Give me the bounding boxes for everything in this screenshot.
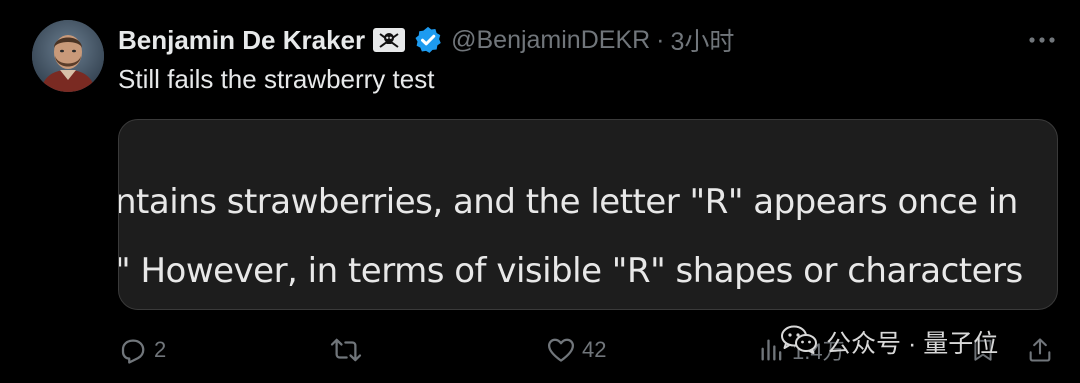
reply-button[interactable]: 2 (118, 330, 166, 370)
share-icon (1026, 335, 1054, 365)
display-name[interactable]: Benjamin De Kraker (118, 25, 365, 56)
media-text-line: " However, in terms of visible "R" shape… (118, 251, 1023, 291)
share-button[interactable] (1026, 330, 1054, 370)
reply-count: 2 (154, 337, 167, 362)
retweet-icon (330, 335, 362, 365)
like-button[interactable]: 42 (546, 330, 606, 370)
tweet: Benjamin De Kraker @BenjaminDEKR · 3小时 S… (0, 0, 1080, 383)
wechat-icon (780, 324, 818, 361)
tweet-media-image[interactable]: ntains strawberries, and the letter "R" … (118, 119, 1058, 310)
more-options-icon[interactable] (1026, 28, 1058, 52)
avatar[interactable] (32, 20, 104, 92)
like-count: 42 (582, 337, 607, 362)
header-separator: · (656, 25, 665, 54)
tweet-text: Still fails the strawberry test (118, 64, 435, 94)
watermark-text: 公众号 · 量子位 (826, 330, 999, 358)
media-text-line: ntains strawberries, and the letter "R" … (118, 182, 1018, 222)
wechat-watermark: 公众号 · 量子位 (780, 322, 998, 362)
skull-crossbones-icon (373, 28, 406, 52)
retweet-button[interactable] (330, 330, 368, 370)
verified-badge-icon (413, 25, 443, 55)
author-handle[interactable]: @BenjaminDEKR (451, 26, 650, 55)
tweet-time[interactable]: 3小时 (671, 22, 735, 58)
heart-icon (546, 335, 576, 365)
tweet-header: Benjamin De Kraker @BenjaminDEKR · 3小时 (118, 22, 735, 58)
reply-icon (118, 335, 148, 365)
